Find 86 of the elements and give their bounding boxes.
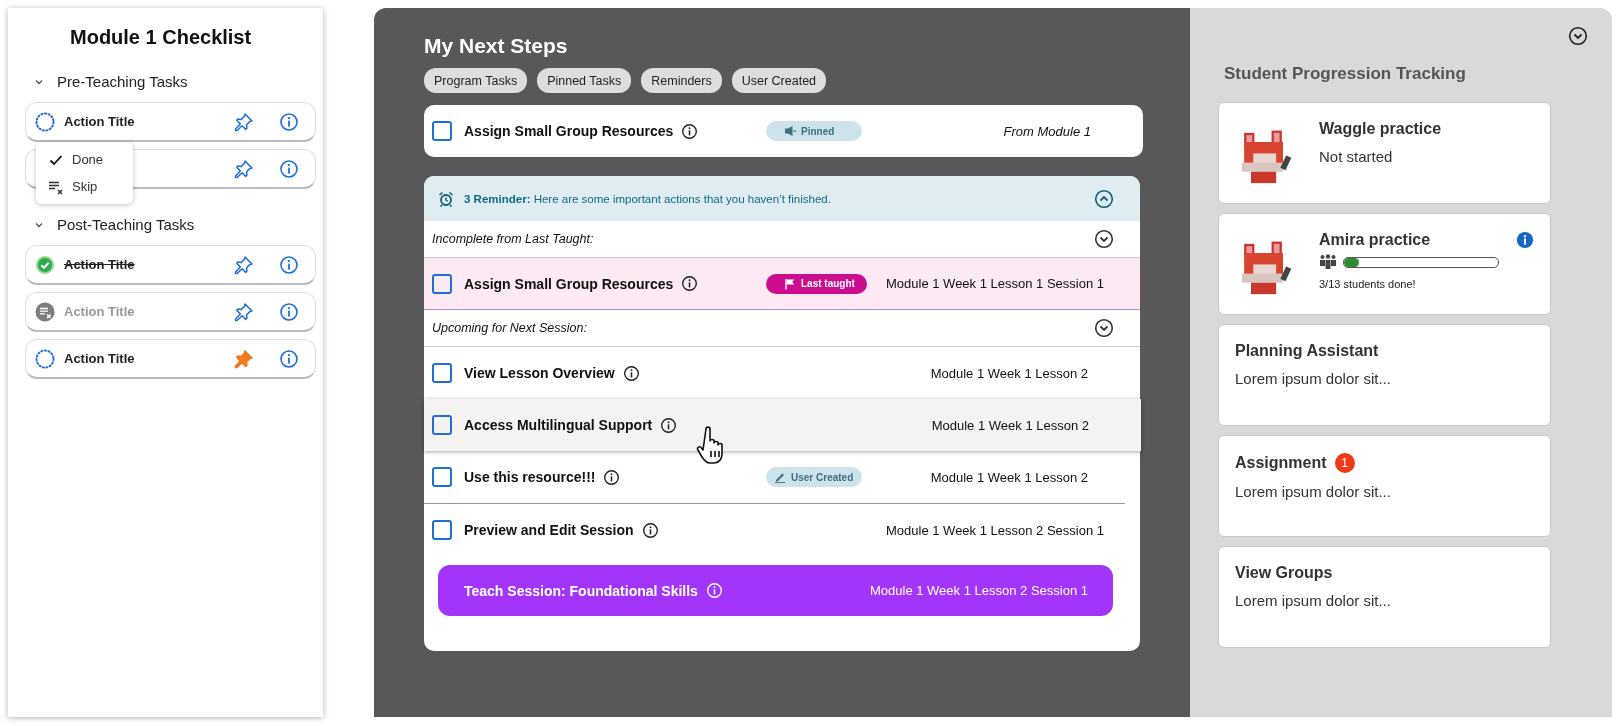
expand-icon[interactable] (1094, 229, 1114, 249)
filter-chip[interactable]: Program Tasks (424, 68, 528, 93)
menu-item[interactable]: Done (36, 146, 133, 173)
filter-chip[interactable]: Reminders (641, 68, 722, 93)
action-title: Action Title (64, 351, 135, 366)
panel-title: Student Progression Tracking (1224, 64, 1467, 84)
action-title: Action Title (64, 304, 135, 319)
dotted-circle-icon[interactable] (35, 348, 55, 369)
megaphone-icon (784, 125, 796, 137)
card-title: View Groups (1235, 564, 1333, 582)
location-text: Module 1 Week 1 Lesson 1 Session 1 (886, 276, 1104, 291)
check-circle-icon[interactable] (35, 254, 55, 275)
location-text: Module 1 Week 1 Lesson 2 Session 1 (870, 583, 1088, 598)
tracking-card[interactable]: Amira practice 3/13 students done! (1218, 213, 1551, 315)
location-text: Module 1 Week 1 Lesson 2 Session 1 (886, 522, 1104, 538)
task-title: Assign Small Group Resources (464, 123, 674, 139)
group-title: Incomplete from Last Taught: (432, 232, 595, 246)
info-icon[interactable] (622, 364, 640, 382)
card-text: Lorem ipsum dolor sit... (1235, 592, 1392, 609)
card-title: Assignment (1235, 454, 1327, 472)
teach-session-button[interactable]: Teach Session: Foundational Skills Module 1 Week 1 Lesson 2 Session 1 (438, 565, 1113, 616)
task-title: Use this resource!!! (464, 469, 596, 485)
tracking-card[interactable]: Assignment 1 Lorem ipsum dolor sit... (1218, 435, 1551, 537)
tracking-card[interactable]: Planning Assistant Lorem ipsum dolor sit... (1218, 324, 1551, 426)
pin-icon[interactable] (234, 348, 254, 369)
tag-badge: Pinned (766, 121, 862, 141)
card-title: Amira practice (1319, 231, 1431, 249)
action-title: Action Title (64, 257, 135, 272)
task-title: Assign Small Group Resources (464, 275, 674, 292)
location-text: Module 1 Week 1 Lesson 2 (930, 469, 1088, 485)
task-title: Preview and Edit Session (464, 522, 634, 538)
card-text: Lorem ipsum dolor sit... (1235, 370, 1392, 387)
pin-outline-icon[interactable] (234, 111, 254, 132)
collapse-panel-icon[interactable] (1568, 26, 1588, 46)
action-title: Action Title (64, 114, 135, 129)
checkbox[interactable] (432, 273, 452, 294)
info-icon[interactable] (681, 122, 699, 140)
count-badge: 1 (1334, 453, 1355, 473)
reminder-message: 3 Reminder: Here are some important actions that you haven’t finished. (464, 192, 831, 205)
info-icon[interactable] (660, 416, 678, 434)
action-item[interactable]: Action Title (25, 339, 316, 379)
group-title: Upcoming for Next Session: (432, 321, 588, 335)
section-title: Post-Teaching Tasks (57, 216, 195, 233)
task-title: Access Multilingual Support (464, 417, 653, 433)
tag-badge: Last taught (766, 273, 867, 294)
highlighted-task-row[interactable]: Assign Small Group Resources Last taught Module 1 Week 1 Lesson 1 Session 1 (424, 258, 1140, 310)
info-icon[interactable] (681, 275, 699, 292)
action-item[interactable]: Action Title (25, 245, 316, 285)
filter-chip[interactable]: Pinned Tasks (537, 68, 632, 93)
location-text: Module 1 Week 1 Lesson 2 (930, 365, 1088, 381)
flag-icon (784, 277, 796, 290)
collapse-icon[interactable] (1094, 188, 1114, 209)
card-text: Lorem ipsum dolor sit... (1235, 483, 1392, 500)
pin-outline-icon[interactable] (234, 301, 254, 322)
source-text: From Module 1 (1003, 123, 1091, 139)
task-card[interactable]: Assign Small Group Resources Pinned From Module 1 (424, 105, 1143, 157)
task-title: Teach Session: Foundational Skills (464, 582, 698, 599)
alarm-clock-icon (438, 190, 454, 207)
pin-outline-icon[interactable] (234, 254, 254, 275)
checkbox[interactable] (432, 121, 452, 141)
checkbox[interactable] (432, 363, 452, 383)
dotted-circle-icon[interactable] (35, 111, 55, 132)
card-title: Waggle practice (1319, 120, 1443, 138)
expand-icon[interactable] (1094, 318, 1114, 338)
card-title: Planning Assistant (1235, 342, 1379, 360)
tracking-card[interactable]: View Groups Lorem ipsum dolor sit... (1218, 546, 1551, 648)
pin-outline-icon[interactable] (234, 158, 254, 179)
menu-item[interactable]: Skip (36, 173, 133, 200)
checkbox[interactable] (432, 467, 452, 487)
status-text: Not started (1319, 148, 1394, 165)
panel-title: Module 1 Checklist (70, 26, 253, 49)
group-icon (1319, 254, 1337, 270)
tracking-card[interactable]: Waggle practice Not started (1218, 102, 1551, 204)
location-text: Module 1 Week 1 Lesson 2 (931, 417, 1089, 433)
checkbox[interactable] (432, 415, 452, 435)
skip-circle-icon[interactable] (35, 301, 55, 322)
info-icon[interactable] (603, 468, 621, 486)
filter-chip[interactable]: User Created (731, 68, 827, 93)
section-title: Pre-Teaching Tasks (57, 73, 188, 90)
task-title: View Lesson Overview (464, 365, 615, 381)
tag-badge: User Created (766, 467, 862, 487)
pencil-icon (774, 471, 786, 483)
info-icon[interactable] (641, 521, 659, 539)
checkbox[interactable] (432, 520, 452, 540)
progress-caption: 3/13 students done! (1319, 278, 1417, 290)
panel-title: My Next Steps (424, 34, 569, 58)
